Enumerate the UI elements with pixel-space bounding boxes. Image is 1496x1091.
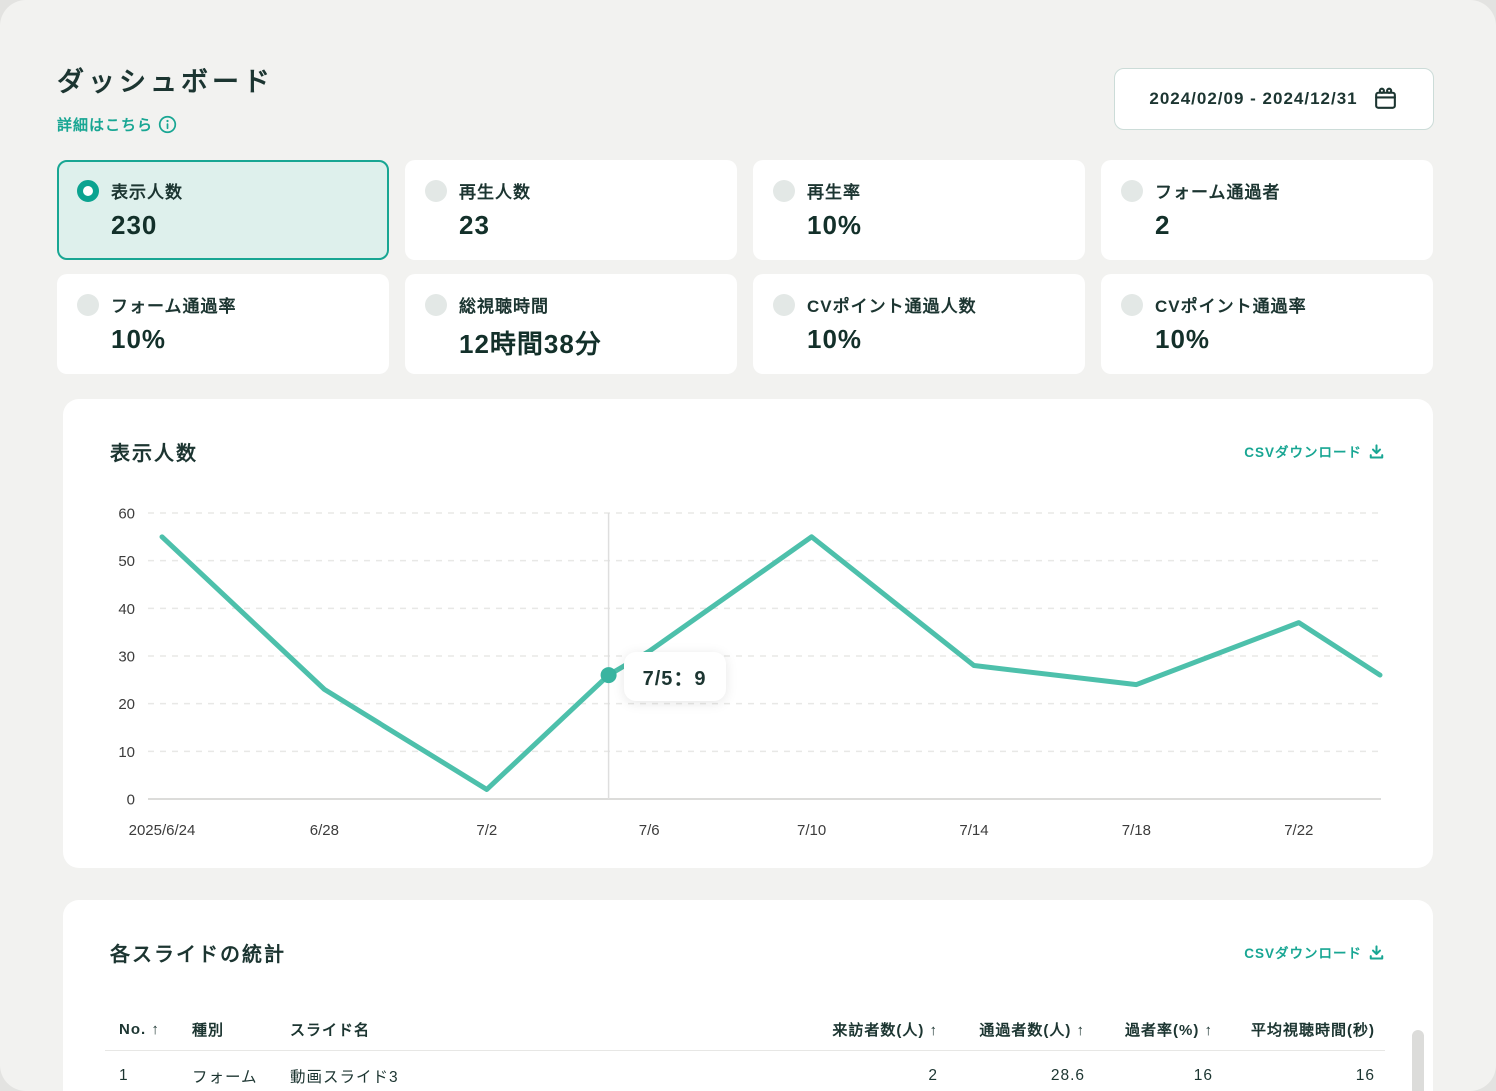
chart-x-tick-label: 7/22 [1284, 822, 1313, 839]
radio-unselected-icon[interactable] [77, 294, 99, 316]
chart-y-tick-label: 10 [118, 744, 135, 761]
chart-x-tick-label: 7/6 [639, 822, 660, 839]
stat-card-label: 総視聴時間 [459, 292, 549, 317]
stat-card-saisei-ritsu[interactable]: 再生率 10% [753, 160, 1085, 260]
stat-card-value: 10% [807, 210, 1065, 241]
download-icon [1368, 944, 1385, 961]
table-cell: フォーム [192, 1065, 290, 1087]
chart-y-tick-label: 20 [118, 696, 135, 713]
stat-card-value: 23 [459, 210, 717, 241]
line-chart[interactable]: 0 10 20 30 40 50 60 2025/6/24 6/28 7/2 7/6 7/10 7/14… [63, 399, 1433, 868]
table-cell: 動画スライド3 [290, 1065, 650, 1087]
chart-y-tick-label: 60 [118, 506, 135, 523]
chart-y-tick-label: 30 [118, 649, 135, 666]
table-cell: 2 [650, 1067, 938, 1085]
stat-card-label: フォーム通過者 [1155, 178, 1281, 203]
vertical-scrollbar[interactable] [1412, 1030, 1424, 1091]
radio-selected-icon[interactable] [77, 180, 99, 202]
table-csv-download-button[interactable]: CSVダウンロード [1244, 942, 1385, 962]
radio-unselected-icon[interactable] [1121, 294, 1143, 316]
chart-x-tick-label: 7/2 [476, 822, 497, 839]
table-header-cell: 平均視聴時間(秒) [1213, 1019, 1385, 1040]
page-title: ダッシュボード [57, 60, 274, 99]
stat-card-value: 10% [111, 324, 369, 355]
calendar-icon [1372, 86, 1399, 113]
info-icon [158, 115, 177, 134]
stat-card-label: 表示人数 [111, 178, 183, 203]
stat-card-form-tsukasha[interactable]: フォーム通過者 2 [1101, 160, 1433, 260]
stat-card-saisei-ninzu[interactable]: 再生人数 23 [405, 160, 737, 260]
table-header-cell[interactable]: 過者率(%) ↑ [1085, 1019, 1213, 1040]
chart-tooltip: 7/5：9 [624, 652, 726, 701]
date-range-value: 2024/02/09 - 2024/12/31 [1149, 89, 1357, 109]
radio-unselected-icon[interactable] [425, 294, 447, 316]
slide-stats-card: 各スライドの統計 CSVダウンロード No. ↑種別スライド名来訪者数(人) ↑… [63, 900, 1433, 1091]
stat-card-cv-tsuka-ninzu[interactable]: CVポイント通過人数 10% [753, 274, 1085, 374]
stat-card-value: 2 [1155, 210, 1413, 241]
details-link[interactable]: 詳細はこちら [57, 114, 177, 135]
radio-unselected-icon[interactable] [1121, 180, 1143, 202]
stat-card-label: 再生率 [807, 178, 861, 203]
stat-card-hyoji-ninzu[interactable]: 表示人数 230 [57, 160, 389, 260]
table-cell: 16 [1085, 1067, 1213, 1085]
chart-x-tick-label: 7/10 [797, 822, 826, 839]
stat-card-label: CVポイント通過率 [1155, 292, 1307, 317]
stat-card-value: 12時間38分 [459, 324, 717, 361]
chart-x-tick-label: 2025/6/24 [129, 822, 196, 839]
chart-x-tick-label: 6/28 [310, 822, 339, 839]
table-header-cell[interactable]: 通過者数(人) ↑ [938, 1019, 1085, 1040]
chart-y-tick-label: 50 [118, 553, 135, 570]
table-cell: 28.6 [938, 1067, 1085, 1085]
chart-y-tick-label: 0 [127, 792, 135, 809]
stat-card-value: 10% [807, 324, 1065, 355]
csv-download-label: CSVダウンロード [1244, 942, 1362, 962]
radio-unselected-icon[interactable] [773, 294, 795, 316]
stat-card-form-tsuka-ritsu[interactable]: フォーム通過率 10% [57, 274, 389, 374]
table-header-cell: 種別 [192, 1019, 290, 1040]
table-header-row: No. ↑種別スライド名来訪者数(人) ↑通過者数(人) ↑過者率(%) ↑平均… [105, 1008, 1385, 1051]
details-link-label: 詳細はこちら [57, 114, 153, 135]
stat-card-label: CVポイント通過人数 [807, 292, 977, 317]
table-header-cell[interactable]: No. ↑ [105, 1021, 192, 1038]
stat-card-label: 再生人数 [459, 178, 531, 203]
table-cell: 16 [1213, 1067, 1385, 1085]
table-title: 各スライドの統計 [110, 938, 286, 967]
slide-stats-table: No. ↑種別スライド名来訪者数(人) ↑通過者数(人) ↑過者率(%) ↑平均… [105, 1008, 1385, 1091]
dashboard-page: ダッシュボード 詳細はこちら 2024/02/09 - 2024/12/31 表… [0, 0, 1496, 1091]
stat-card-label: フォーム通過率 [111, 292, 237, 317]
stat-card-cv-tsuka-ritsu[interactable]: CVポイント通過率 10% [1101, 274, 1433, 374]
stat-card-value: 230 [111, 210, 369, 241]
stat-cards: 表示人数 230 再生人数 23 再生率 10% フォーム通過者 2 フォーム通過率 10% 総視聴… [57, 160, 1433, 374]
stat-card-so-shicho-jikan[interactable]: 総視聴時間 12時間38分 [405, 274, 737, 374]
table-header-cell[interactable]: 来訪者数(人) ↑ [650, 1019, 938, 1040]
radio-unselected-icon[interactable] [773, 180, 795, 202]
stat-card-value: 10% [1155, 324, 1413, 355]
radio-unselected-icon[interactable] [425, 180, 447, 202]
chart-point-marker [601, 667, 617, 683]
table-header-cell: スライド名 [290, 1019, 650, 1040]
table-row: 1フォーム動画スライド3228.61616 [105, 1051, 1385, 1091]
table-cell: 1 [105, 1067, 192, 1085]
chart-x-tick-label: 7/14 [959, 822, 988, 839]
chart-y-tick-label: 40 [118, 601, 135, 618]
chart-card: 表示人数 CSVダウンロード 01020304050602025/6/246/2… [63, 399, 1433, 868]
chart-x-tick-label: 7/18 [1122, 822, 1151, 839]
date-range-picker[interactable]: 2024/02/09 - 2024/12/31 [1114, 68, 1434, 130]
